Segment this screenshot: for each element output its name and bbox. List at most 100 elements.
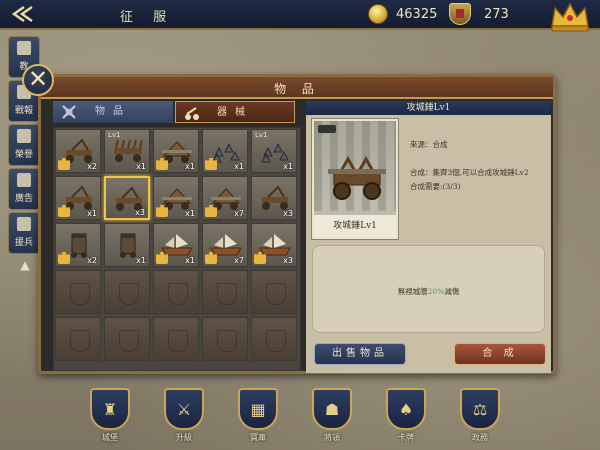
slot-quantity: x2: [87, 256, 97, 265]
item-slot[interactable]: Lv1 x1: [104, 129, 150, 173]
ship-icon: [160, 232, 194, 258]
nav-label: 將領: [324, 433, 340, 442]
panel-header: 物 品: [41, 77, 553, 99]
caltrops-icon: [258, 138, 292, 164]
back-button[interactable]: [8, 2, 78, 26]
nav-glyph-icon: ⚖: [472, 400, 488, 419]
back-arrow-icon: [11, 5, 33, 23]
crown-icon[interactable]: [548, 0, 592, 34]
nav-item[interactable]: ☗ 將領: [302, 384, 362, 446]
slot-quantity: x7: [234, 256, 244, 265]
ship-icon: [209, 232, 243, 258]
catapult-icon: [62, 185, 96, 211]
item-slot[interactable]: x1: [153, 223, 199, 267]
item-slot[interactable]: x3: [251, 176, 297, 220]
close-button[interactable]: ✕: [22, 64, 54, 96]
slot-quantity: x1: [87, 209, 97, 218]
slot-quantity: x1: [185, 256, 195, 265]
item-slot[interactable]: x2: [55, 223, 101, 267]
effect-percent: 20%: [427, 287, 445, 296]
slot-quantity: x1: [283, 162, 293, 171]
item-detail: 攻城錘Lv1 攻城錘Lv1 來源：合成 合成：集齊3個,可以合成攻城錘Lv2 合…: [306, 101, 551, 373]
item-image-label: 攻城錘Lv1: [314, 215, 396, 237]
tab-items[interactable]: 物品: [53, 101, 173, 123]
item-slot[interactable]: x2: [55, 129, 101, 173]
item-slot[interactable]: x1: [202, 129, 248, 173]
merge-button[interactable]: 合 成: [454, 343, 546, 365]
empty-slot: [251, 317, 297, 361]
nav-item[interactable]: ♜ 城堡: [80, 384, 140, 446]
slot-quantity: x1: [234, 162, 244, 171]
nav-item[interactable]: ⚔ 升級: [154, 384, 214, 446]
nav-shield-icon: ♜: [90, 388, 130, 430]
effect-text: 無視城牆20%減傷: [397, 287, 460, 296]
panel-title: 物 品: [274, 82, 320, 96]
tower-icon: [111, 232, 145, 258]
caltrops-icon: [209, 138, 243, 164]
sell-item-button[interactable]: 出售物品: [314, 343, 406, 365]
empty-slot: [104, 270, 150, 314]
nav-shield-icon: ♠: [386, 388, 426, 430]
item-slot[interactable]: x7: [202, 223, 248, 267]
tab-siege-equipment[interactable]: 器械: [175, 101, 295, 123]
ram-icon: [160, 138, 194, 164]
spiked-icon: [111, 138, 145, 164]
film-icon: [17, 173, 31, 187]
trophy-icon: [17, 129, 31, 143]
item-slot[interactable]: x3: [251, 223, 297, 267]
item-slot[interactable]: Lv1 x1: [251, 129, 297, 173]
nav-glyph-icon: ♜: [102, 400, 118, 419]
slot-quantity: x2: [87, 162, 97, 171]
item-slot[interactable]: x3: [104, 176, 150, 220]
side-item-reinforce[interactable]: 援兵: [8, 212, 40, 254]
slot-quantity: x1: [136, 162, 146, 171]
nav-glyph-icon: ☗: [324, 400, 340, 419]
slot-quantity: x1: [185, 162, 195, 171]
level-badge: [318, 125, 336, 133]
nav-label: 城堡: [102, 433, 118, 442]
bottom-nav: ♜ 城堡 ⚔ 升級 ▦ 寶庫 ☗ 將領 ♠ 卡牌 ⚖ 政務: [80, 384, 520, 450]
nav-item[interactable]: ♠ 卡牌: [376, 384, 436, 446]
tower-icon: [62, 232, 96, 258]
item-slot[interactable]: x7: [202, 176, 248, 220]
slot-quantity: x3: [135, 208, 145, 217]
crossed-swords-icon: [62, 105, 76, 119]
nav-shield-icon: ☗: [312, 388, 352, 430]
item-slot[interactable]: x1: [104, 223, 150, 267]
slot-quantity: x1: [136, 256, 146, 265]
shield-icon: [17, 217, 31, 231]
nav-label: 升級: [176, 433, 192, 442]
empty-slot: [55, 270, 101, 314]
empty-slot: [55, 317, 101, 361]
slot-quantity: x3: [283, 209, 293, 218]
top-bar: 征 服 46325 273: [0, 0, 600, 32]
slot-quantity: x1: [185, 209, 195, 218]
empty-slot: [153, 270, 199, 314]
nav-glyph-icon: ⚔: [176, 400, 192, 419]
slot-quantity: x3: [283, 256, 293, 265]
merge-requirement: 合成需要:(3/3): [410, 182, 461, 191]
slot-quantity: x7: [234, 209, 244, 218]
item-slot[interactable]: x1: [55, 176, 101, 220]
siege-ram-icon: [328, 155, 386, 200]
nav-label: 寶庫: [250, 433, 266, 442]
nav-item[interactable]: ▦ 寶庫: [228, 384, 288, 446]
detail-title: 攻城錘Lv1: [306, 101, 551, 115]
nav-shield-icon: ▦: [238, 388, 278, 430]
chevron-up-icon[interactable]: ▲: [16, 258, 34, 272]
nav-item[interactable]: ⚖ 政務: [450, 384, 510, 446]
side-item-ads[interactable]: 廣告: [8, 168, 40, 210]
coin-count: 46325: [396, 7, 438, 22]
side-item-honor[interactable]: 榮譽: [8, 124, 40, 166]
close-icon: ✕: [27, 65, 49, 93]
item-grid: x2 Lv1 x1 x1 x1 Lv1 x1 x1 x3 x1 x7 x3 x2 x1 x1 x7 x3: [53, 127, 301, 371]
merge-description: 合成：集齊3個,可以合成攻城錘Lv2: [410, 168, 529, 177]
item-slot[interactable]: x1: [153, 129, 199, 173]
item-slot[interactable]: x1: [153, 176, 199, 220]
empty-slot: [202, 270, 248, 314]
slot-level: Lv1: [255, 131, 268, 139]
nav-glyph-icon: ♠: [398, 400, 414, 419]
item-image: 攻城錘Lv1: [312, 119, 398, 239]
effect-box: 無視城牆20%減傷: [312, 245, 545, 333]
item-source: 來源：合成: [410, 140, 448, 149]
